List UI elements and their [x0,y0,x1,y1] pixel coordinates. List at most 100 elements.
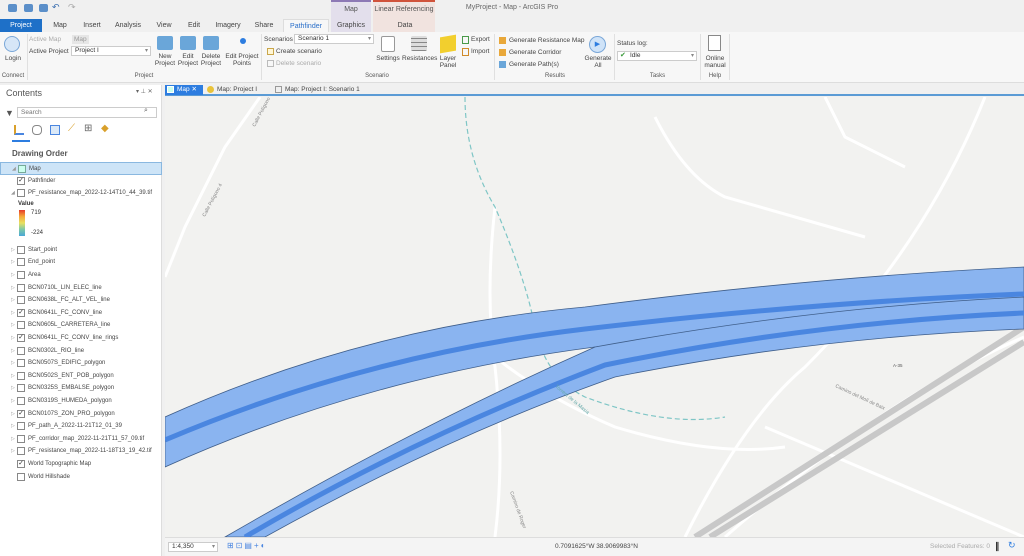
delete-project-button[interactable]: Delete Project [199,53,223,67]
layer-item[interactable]: ▷ BCN0507S_EDIFIC_polygon [0,357,162,370]
layer-checkbox[interactable] [17,296,25,305]
create-scenario-button[interactable]: Create scenario [276,48,322,55]
layer-item[interactable]: World Hillshade [0,471,162,484]
layer-item[interactable]: ▷ Start_point [0,244,162,257]
layer-item[interactable]: ▷ BCN0605L_CARRETERA_line [0,319,162,332]
expand-icon[interactable]: ▷ [11,382,15,394]
refresh-icon[interactable]: ↻ [1008,540,1016,551]
layer-checkbox[interactable] [17,283,25,292]
generate-all-button[interactable]: Generate All [582,55,614,69]
expand-icon[interactable]: ▷ [11,282,15,294]
layer-item[interactable]: ▷ BCN0302L_RIO_line [0,345,162,358]
tab-view[interactable]: View [151,19,177,32]
selection-icon[interactable] [50,125,60,135]
layer-checkbox[interactable]: ✓ [17,334,25,342]
expand-icon[interactable]: ▷ [11,269,15,281]
pause-icon[interactable]: ∥ [995,541,1000,552]
import-button[interactable]: Import [471,48,489,55]
layer-item[interactable]: ✓ Pathfinder [0,175,162,188]
layer-item[interactable]: ▷ Area [0,269,162,282]
login-icon[interactable] [4,36,20,52]
tab-project[interactable]: Project [0,19,42,32]
labeling-icon[interactable]: ◆ [101,123,109,134]
scale-dropdown[interactable]: 1:4,350 [168,542,218,552]
layer-checkbox[interactable] [17,321,25,330]
close-icon[interactable]: ✕ [191,86,196,93]
tab-insert[interactable]: Insert [78,19,106,32]
generate-paths-button[interactable]: Generate Path(s) [509,61,559,68]
layer-item[interactable]: ▷ ✓ BCN0641L_FC_CONV_line_rings [0,332,162,345]
expand-icon[interactable]: ▷ [11,332,15,344]
edit-project-points-button[interactable]: Edit Project Points [224,53,260,67]
map-tools-icons[interactable]: ⊞⊡▤+◐ [227,541,267,550]
expand-icon[interactable]: ▷ [11,408,15,420]
expand-icon[interactable]: ▷ [11,395,15,407]
layer-checkbox[interactable] [17,245,25,254]
layer-checkbox[interactable] [17,371,25,380]
expand-icon[interactable]: ▷ [11,433,15,445]
layer-checkbox[interactable] [17,189,25,198]
layer-checkbox[interactable] [17,271,25,279]
resistances-button[interactable]: Resistances [402,55,437,62]
layer-checkbox[interactable]: ✓ [17,308,25,317]
layer-checkbox[interactable] [17,258,25,267]
layer-item[interactable]: ◢ PF_resistance_map_2022-12-14T10_44_39.t… [0,187,162,200]
settings-button[interactable]: Settings [375,55,401,62]
tab-edit[interactable]: Edit [182,19,206,32]
layer-item[interactable]: ▷ BCN0502S_ENT_POB_polygon [0,370,162,383]
tab-pathfinder[interactable]: Pathfinder [283,19,329,32]
layer-map[interactable]: ◢ Map [0,162,162,175]
tab-analysis[interactable]: Analysis [111,19,145,32]
new-project-button[interactable]: New Project [152,53,178,67]
export-button[interactable]: Export [471,36,490,43]
edit-project-button[interactable]: Edit Project [176,53,200,67]
expand-icon[interactable]: ▷ [11,319,15,331]
doc-tab-map-project[interactable]: Map: Project I [217,85,257,95]
tab-graphics[interactable]: Graphics [333,19,369,32]
search-input[interactable] [17,107,157,118]
layer-checkbox[interactable] [17,422,25,431]
expand-icon[interactable]: ▷ [11,307,15,319]
expand-icon[interactable]: ▷ [11,294,15,306]
layer-item[interactable]: ▷ BCN0638L_FC_ALT_VEL_line [0,294,162,307]
layer-item[interactable]: ▷ PF_path_A_2022-11-21T12_01_39 [0,420,162,433]
scenarios-dropdown[interactable]: Scenario 1 [294,34,374,44]
layer-checkbox[interactable]: ✓ [17,460,25,468]
layer-item[interactable]: ▷ PF_resistance_map_2022-11-18T13_19_42.t… [0,445,162,458]
expand-icon[interactable]: ▷ [11,370,15,382]
generate-resistance-map-button[interactable]: Generate Resistance Map [509,37,585,44]
layer-checkbox[interactable]: ✓ [17,176,25,185]
layer-checkbox[interactable] [17,397,25,405]
layer-checkbox[interactable] [17,346,25,355]
filter-icon[interactable]: ▼ [5,108,14,118]
expand-icon[interactable]: ▷ [11,420,15,432]
tab-data[interactable]: Data [385,19,425,32]
expand-icon[interactable]: ▷ [11,445,15,457]
snapping-icon[interactable]: ⊞ [84,123,92,134]
expand-icon[interactable]: ◢ [11,187,15,199]
layer-item[interactable]: ▷ ✓ BCN0107S_ZON_PRO_polygon [0,408,162,421]
status-log-dropdown[interactable]: Idle [617,51,697,61]
tab-map[interactable]: Map [47,19,73,32]
map-canvas[interactable]: Calle Polígono 4 Calle Polígono Camino d… [165,97,1024,537]
online-manual-button[interactable]: Online manual [702,55,728,69]
layer-item[interactable]: ▷ End_point [0,256,162,269]
layer-item[interactable]: ✓ World Topographic Map [0,458,162,471]
login-button[interactable]: Login [2,55,24,62]
generate-corridor-button[interactable]: Generate Corridor [509,49,561,56]
tab-share[interactable]: Share [250,19,278,32]
layer-checkbox[interactable] [17,384,25,393]
expand-icon[interactable]: ◢ [12,163,16,175]
layer-checkbox[interactable] [17,434,25,443]
layer-checkbox[interactable] [17,472,25,481]
expand-icon[interactable]: ▷ [11,345,15,357]
map-view[interactable]: Calle Polígono 4 Calle Polígono Camino d… [165,97,1024,537]
layer-panel-button[interactable]: Layer Panel [436,55,460,69]
doc-tab-map-scenario[interactable]: Map: Project I: Scenario 1 [285,85,360,95]
delete-scenario-button[interactable]: Delete scenario [276,60,321,67]
expand-icon[interactable]: ▷ [11,244,15,256]
editing-icon[interactable]: ⟋ [68,123,75,134]
expand-icon[interactable]: ▷ [11,256,15,268]
layer-item[interactable]: ▷ ✓ BCN0641L_FC_CONV_line [0,307,162,320]
active-project-dropdown[interactable]: Project I [71,46,151,56]
